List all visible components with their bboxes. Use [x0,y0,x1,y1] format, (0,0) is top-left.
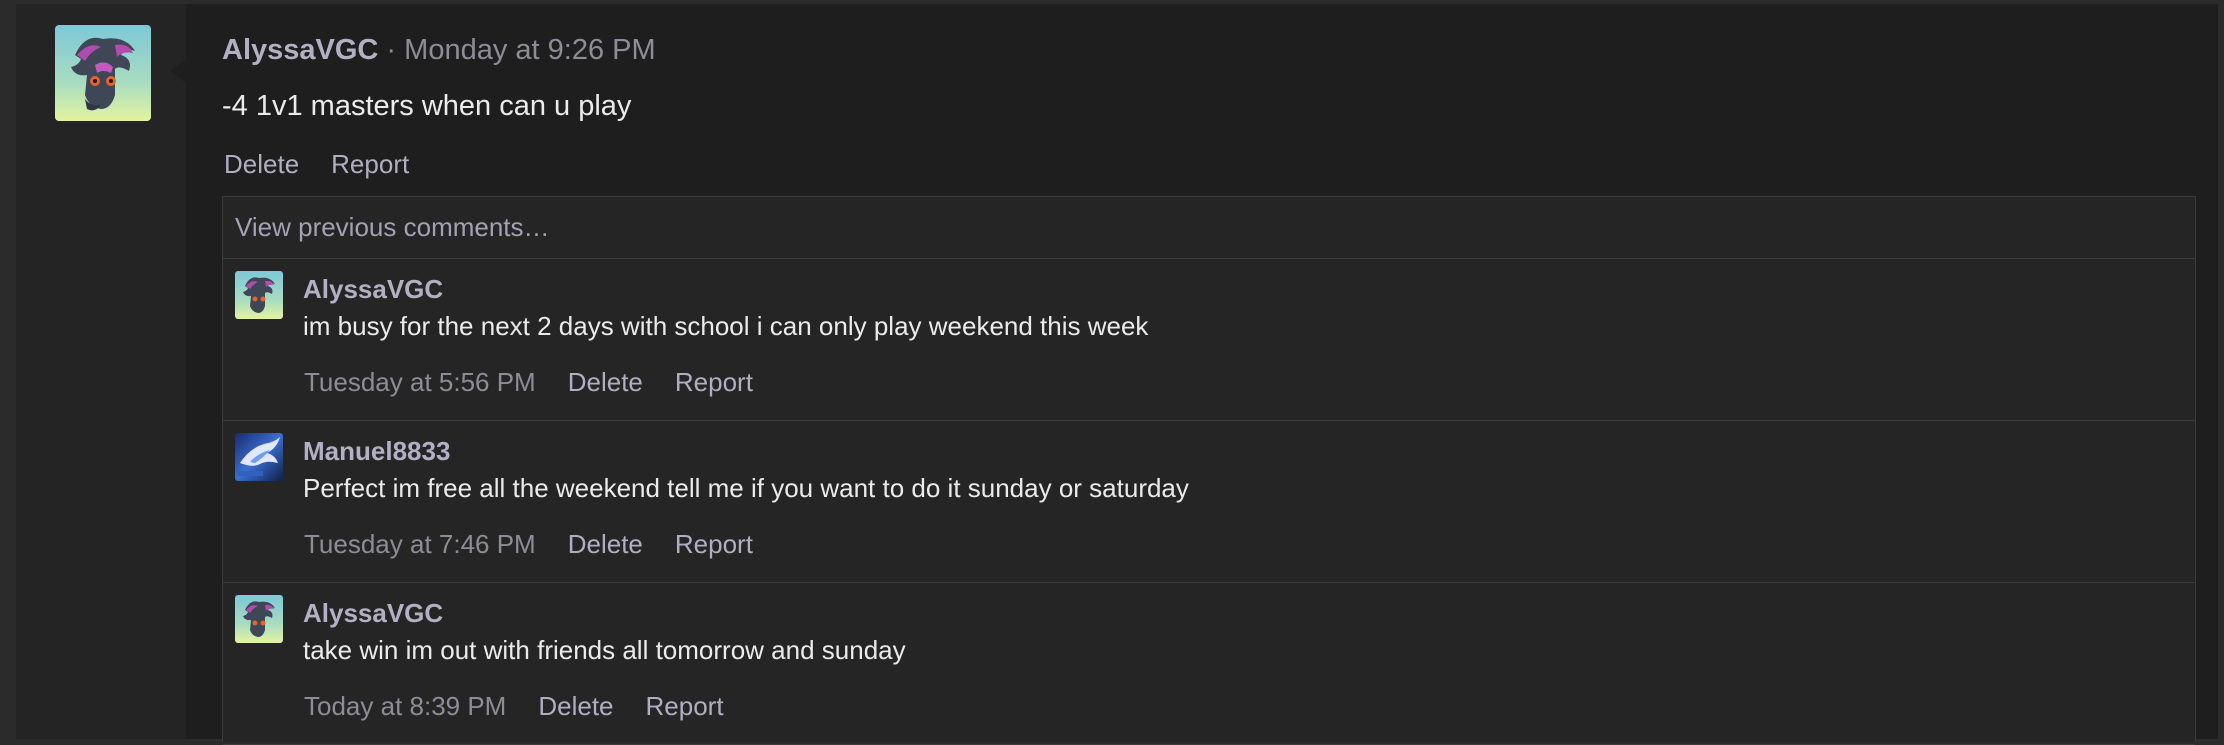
post-timestamp[interactable]: Monday at 9:26 PM [404,34,655,66]
profile-post-page: AlyssaVGC · Monday at 9:26 PM -4 1v1 mas… [16,4,2218,745]
comment-delete-link[interactable]: Delete [568,529,643,559]
comment-delete-link[interactable]: Delete [568,367,643,397]
comment-timestamp[interactable]: Tuesday at 5:56 PM [304,367,536,397]
post-author-avatar[interactable] [55,25,151,121]
profile-post: AlyssaVGC · Monday at 9:26 PM -4 1v1 mas… [186,4,2218,745]
view-previous-comments-link[interactable]: View previous comments… [223,197,2195,259]
comment-item: Manuel8833 Perfect im free all the weeke… [223,421,2195,583]
comment-author-avatar[interactable] [235,271,283,319]
comment-author-name[interactable]: Manuel8833 [303,435,450,467]
post-pointer-arrow [170,59,186,83]
comment-body: Perfect im free all the weekend tell me … [303,473,1189,503]
comment-author-avatar[interactable] [235,595,283,643]
comment-item: AlyssaVGC take win im out with friends a… [223,583,2195,745]
comment-author-name[interactable]: AlyssaVGC [303,273,443,305]
post-header: AlyssaVGC · Monday at 9:26 PM [222,32,656,68]
comment-delete-link[interactable]: Delete [538,691,613,721]
comment-meta: Tuesday at 7:46 PM Delete Report [304,528,753,560]
comment-body: take win im out with friends all tomorro… [303,635,906,665]
post-report-link[interactable]: Report [331,149,409,179]
comment-report-link[interactable]: Report [646,691,724,721]
comment-meta: Tuesday at 5:56 PM Delete Report [304,366,753,398]
comment-author-avatar[interactable] [235,433,283,481]
meta-separator: · [386,34,397,66]
comment-report-link[interactable]: Report [675,367,753,397]
post-author-name[interactable]: AlyssaVGC [222,34,378,66]
comment-author-name[interactable]: AlyssaVGC [303,597,443,629]
comment-body: im busy for the next 2 days with school … [303,311,1149,341]
comment-timestamp[interactable]: Today at 8:39 PM [304,691,506,721]
post-body: -4 1v1 masters when can u play [222,90,632,122]
comment-meta: Today at 8:39 PM Delete Report [304,690,724,722]
misdreavus-avatar-icon [235,271,283,319]
misdreavus-avatar-icon [235,595,283,643]
comment-item: AlyssaVGC im busy for the next 2 days wi… [223,259,2195,421]
post-actions: Delete Report [224,148,409,180]
avatar-column [16,4,186,739]
misdreavus-avatar-icon [55,25,151,121]
comment-timestamp[interactable]: Tuesday at 7:46 PM [304,529,536,559]
blue-bird-avatar-icon [235,433,283,481]
comment-report-link[interactable]: Report [675,529,753,559]
post-delete-link[interactable]: Delete [224,149,299,179]
comments-list: View previous comments… AlyssaVGC im bus… [222,196,2196,745]
